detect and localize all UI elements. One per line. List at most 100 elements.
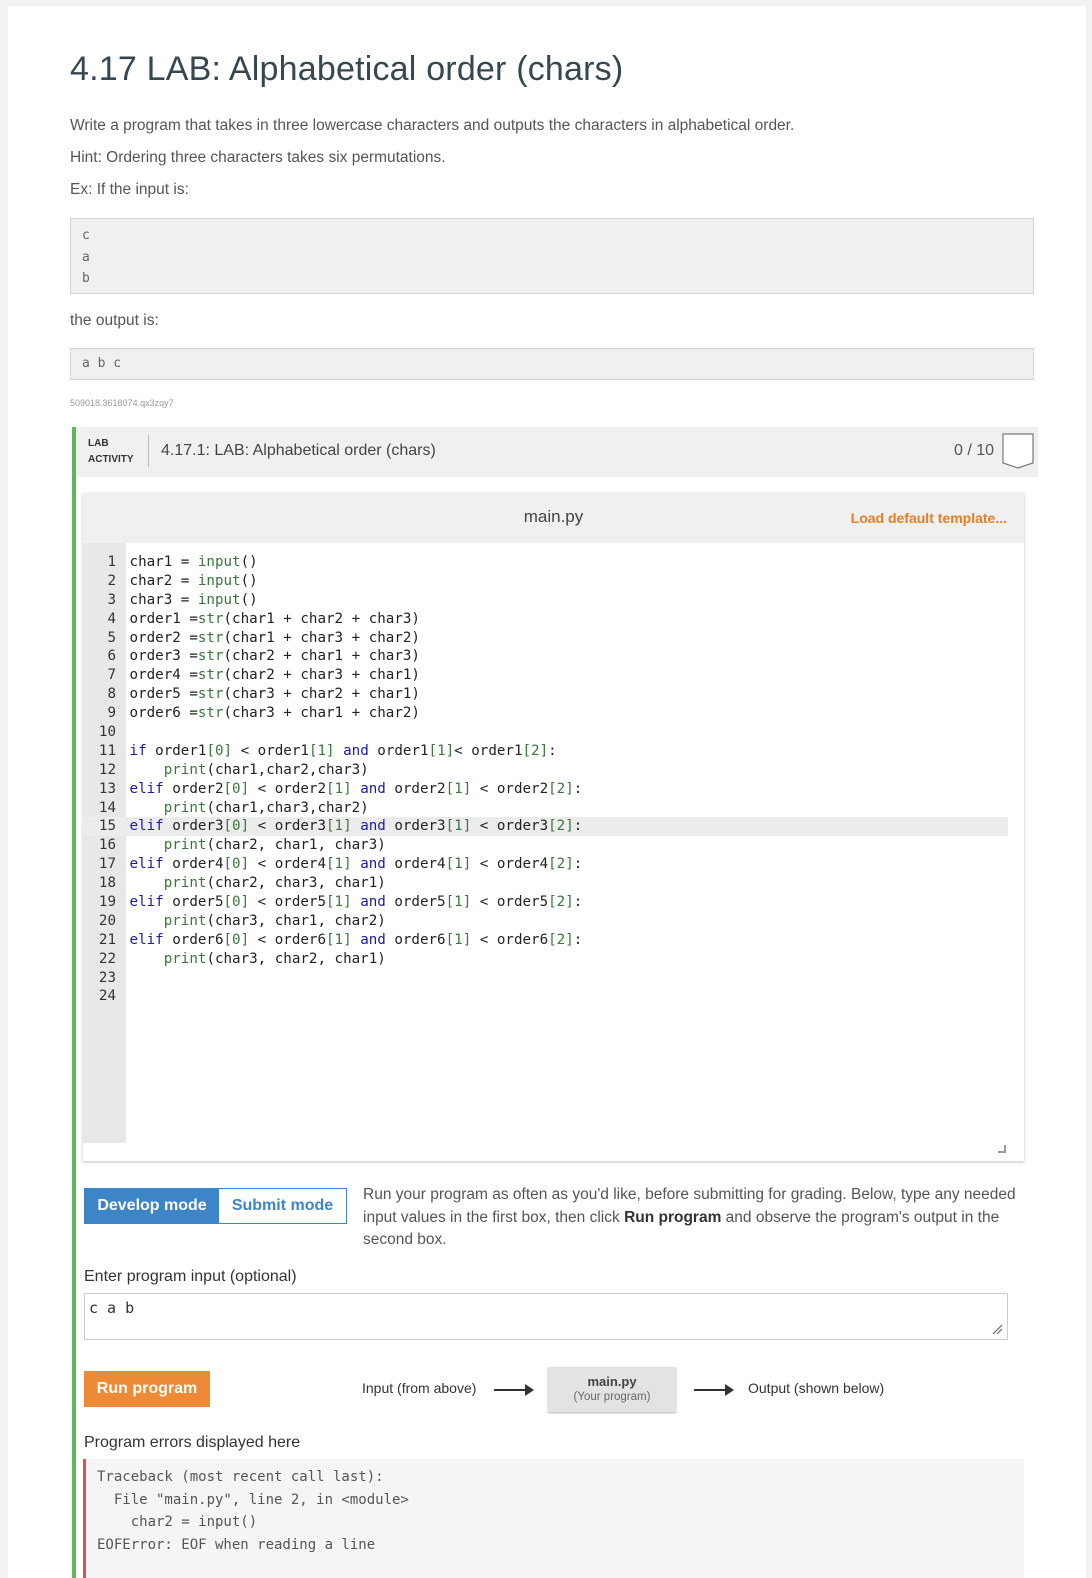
run-program-button[interactable]: Run program [84,1371,210,1407]
program-errors-output: Traceback (most recent call last): File … [83,1459,1024,1578]
code-line[interactable]: 5 order2 =str(char1 + char3 + char2) [83,629,1008,648]
program-input-field[interactable]: c a b [84,1293,1008,1340]
line-number: 9 [107,705,116,722]
line-number: 13 [98,780,116,797]
error-line: char2 = input() [97,1514,258,1530]
error-line: Traceback (most recent call last): [97,1469,384,1485]
code-line[interactable]: 14 print(char1,char3,char2) [83,799,1008,818]
line-number: 19 [98,894,116,911]
code-text: elif order3[0] < order3[1] and order3[1]… [129,818,583,835]
code-line[interactable]: 9 order6 =str(char3 + char1 + char2) [83,704,1008,723]
submit-mode-button[interactable]: Submit mode [219,1189,346,1223]
divider [148,435,149,467]
error-line: EOFError: EOF when reading a line [97,1536,376,1553]
page: 4.17 LAB: Alphabetical order (chars) Wri… [8,6,1086,1578]
line-number: 24 [98,988,116,1005]
code-text: elif order4[0] < order4[1] and order4[1]… [129,856,583,873]
code-text: order6 =str(char3 + char1 + char2) [121,705,420,722]
code-line[interactable]: 22 print(char3, char2, char1) [83,950,1008,969]
code-line[interactable]: 24 [83,987,1008,1006]
line-number: 21 [98,931,116,948]
line-number: 14 [98,799,116,816]
editor-header: main.py Load default template... [83,493,1024,543]
completion-shield-icon [1002,433,1034,469]
code-line[interactable]: 10 [83,723,1008,742]
code-line[interactable]: 23 [83,969,1008,988]
arrow-right-icon [694,1384,734,1396]
description: Write a program that takes in three lowe… [70,117,795,134]
code-text: elif order2[0] < order2[1] and order2[1]… [129,780,583,797]
program-box-name: main.py [587,1374,637,1389]
code-text: print(char2, char3, char1) [163,875,386,892]
line-number: 12 [98,761,116,778]
textarea-resize-icon[interactable] [991,1323,1003,1335]
lab-score: 0 / 10 [953,442,994,459]
line-number: 7 [107,667,116,684]
lab-activity-header: LAB ACTIVITY 4.17.1: LAB: Alphabetical o… [72,427,1038,477]
code-line[interactable]: 12 print(char1,char2,char3) [83,761,1008,780]
code-text: print(char1,char2,char3) [163,761,369,778]
line-number: 5 [107,629,116,646]
code-line[interactable]: 20 print(char3, char1, char2) [83,912,1008,931]
example-input-line: b [82,271,90,286]
code-text: order1 =str(char1 + char2 + char3) [121,610,420,627]
code-line[interactable]: 6 order3 =str(char2 + char1 + char3) [83,647,1008,666]
code-line[interactable]: 21 elif order6[0] < order6[1] and order6… [83,931,1008,950]
line-number: 3 [107,591,116,608]
load-default-template-link[interactable]: Load default template... [851,510,1007,526]
program-box: main.py (Your program) [548,1367,676,1412]
code-line[interactable]: 13 elif order2[0] < order2[1] and order2… [83,780,1008,799]
code-line[interactable]: 4 order1 =str(char1 + char2 + char3) [83,610,1008,629]
line-number: 18 [98,875,116,892]
code-line[interactable]: 18 print(char2, char3, char1) [83,874,1008,893]
code-area[interactable]: 1 char1 = input() 2 char2 = input() 3 char… [83,553,1008,1006]
line-number: 22 [98,950,116,967]
code-line[interactable]: 16 print(char2, char1, char3) [83,836,1008,855]
lab-title: 4.17.1: LAB: Alphabetical order (chars) [161,442,436,459]
code-text: elif order5[0] < order5[1] and order5[1]… [129,894,583,911]
code-line[interactable]: 17 elif order4[0] < order4[1] and order4… [83,855,1008,874]
code-text: if order1[0] < order1[1] and order1[1]< … [129,742,557,759]
program-errors-label: Program errors displayed here [84,1434,301,1451]
code-line[interactable]: 3 char3 = input() [83,591,1008,610]
program-input-value: c a b [89,1299,135,1317]
develop-mode-button[interactable]: Develop mode [85,1189,219,1223]
example-output-block: a b c [70,348,1034,380]
hint: Hint: Ordering three characters takes si… [70,149,446,166]
code-text: char1 = input() [121,554,258,570]
line-number: 1 [107,554,116,570]
arrow-right-icon [494,1384,534,1396]
code-editor[interactable]: main.py Load default template... 1 char1… [83,493,1024,1161]
code-text: order5 =str(char3 + char2 + char1) [121,686,420,703]
editor-resize-handle[interactable] [998,1145,1006,1153]
line-number: 10 [98,724,116,741]
code-line[interactable]: 19 elif order5[0] < order5[1] and order5… [83,893,1008,912]
code-text: order3 =str(char2 + char1 + char3) [121,648,420,665]
example-input-line: a [82,249,90,265]
code-line[interactable]: 1 char1 = input() [83,553,1008,572]
page-title: 4.17 LAB: Alphabetical order (chars) [70,50,624,88]
lab-tag-line: LAB [88,438,109,449]
code-line[interactable]: 8 order5 =str(char3 + char2 + char1) [83,685,1008,704]
code-line[interactable]: 11 if order1[0] < order1[1] and order1[1… [83,742,1008,761]
tracking-tag: 509018.3618074.qx3zqy7 [70,398,174,408]
error-line: File "main.py", line 2, in <module> [97,1491,409,1508]
lab-activity-tag: LAB ACTIVITY [88,436,134,468]
flow-output-label: Output (shown below) [748,1380,885,1396]
run-instructions-bold: Run program [624,1208,722,1226]
code-text: order2 =str(char1 + char3 + char2) [121,629,420,646]
code-line[interactable]: 15 elif order3[0] < order3[1] and order3… [83,817,1008,837]
line-number: 20 [98,912,116,929]
code-text: order4 =str(char2 + char3 + char1) [121,667,420,684]
code-text: print(char1,char3,char2) [163,799,369,816]
example-intro: Ex: If the input is: [70,181,189,198]
line-number: 23 [98,969,116,986]
code-text: print(char2, char1, char3) [163,837,386,854]
code-line[interactable]: 7 order4 =str(char2 + char3 + char1) [83,666,1008,685]
line-number: 4 [107,610,116,627]
program-box-subtitle: (Your program) [573,1391,651,1403]
code-text: print(char3, char1, char2) [163,912,386,929]
code-line[interactable]: 2 char2 = input() [83,572,1008,591]
code-text: elif order6[0] < order6[1] and order6[1]… [129,931,583,948]
